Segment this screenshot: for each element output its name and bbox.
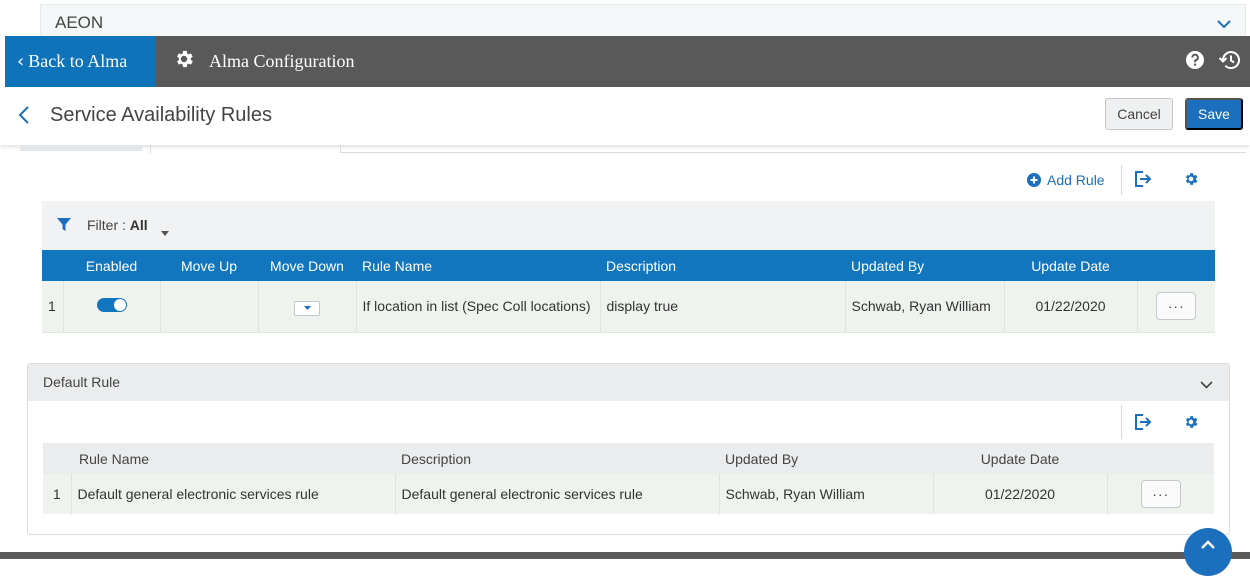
col-updated-by[interactable]: Updated By (845, 250, 1004, 281)
tab-remnant-active (150, 145, 341, 153)
table-row: 1 If location in list (Spec Coll locatio… (42, 281, 1215, 333)
table-settings-gear-icon[interactable] (1183, 414, 1199, 435)
filter-value: All (129, 217, 148, 233)
col-update-date[interactable]: Update Date (1004, 250, 1137, 281)
rule-update-date: 01/22/2020 (1003, 281, 1137, 333)
back-to-alma-label: Back to Alma (28, 51, 128, 71)
add-circle-icon (1027, 173, 1041, 187)
col-rule-name[interactable]: Rule Name (71, 443, 395, 474)
add-rule-button[interactable]: Add Rule (1027, 170, 1105, 190)
table-row: 1 Default general electronic services ru… (43, 474, 1214, 514)
caret-down-icon[interactable] (161, 223, 169, 241)
toolbar-divider (1121, 165, 1122, 195)
move-down-button[interactable] (294, 300, 320, 316)
tab-remnant (20, 145, 142, 151)
history-icon[interactable] (1218, 49, 1242, 76)
gear-icon (173, 48, 195, 75)
col-updated-by[interactable]: Updated By (719, 443, 933, 474)
app-title: Alma Configuration (209, 51, 355, 71)
col-move-up[interactable]: Move Up (160, 250, 258, 281)
filter-icon[interactable] (57, 218, 71, 236)
rule-description: Default general electronic services rule (394, 474, 719, 514)
page-title: Service Availability Rules (50, 104, 272, 126)
filter-dropdown[interactable]: Filter : All (87, 217, 148, 233)
table-settings-gear-icon[interactable] (1183, 171, 1199, 192)
col-move-down[interactable]: Move Down (258, 250, 356, 281)
col-update-date[interactable]: Update Date (933, 443, 1107, 474)
footer-bar (0, 552, 1250, 559)
back-chevron-icon[interactable] (18, 106, 30, 129)
default-rule-title: Default Rule (43, 374, 121, 390)
default-rule-header[interactable]: Default Rule (28, 364, 1229, 401)
move-up-cell (159, 281, 258, 333)
rule-description: display true (599, 281, 845, 333)
back-to-alma-button[interactable]: ‹ Back to Alma (5, 36, 156, 87)
tab-divider (341, 152, 1246, 153)
default-rule-table-header: Rule Name Description Updated By Update … (43, 443, 1214, 474)
rule-updated-by: Schwab, Ryan William (718, 474, 933, 514)
save-button[interactable]: Save (1185, 98, 1243, 130)
app-title-area: Alma Configuration (173, 36, 354, 87)
col-description[interactable]: Description (600, 250, 845, 281)
top-header: ‹ Back to Alma Alma Configuration (5, 36, 1250, 87)
col-rule-name[interactable]: Rule Name (356, 250, 600, 281)
page-title-bar: Service Availability Rules Cancel Save (0, 87, 1250, 145)
rules-table-header: Enabled Move Up Move Down Rule Name Desc… (42, 250, 1215, 281)
chevron-down-icon[interactable] (1217, 16, 1231, 34)
filter-label: Filter : (87, 217, 126, 233)
rule-name-link[interactable]: Default general electronic services rule (70, 474, 395, 514)
filter-bar: Filter : All (42, 201, 1215, 250)
col-description[interactable]: Description (395, 443, 719, 474)
chevron-up-icon (1201, 540, 1215, 549)
chevron-left-icon: ‹ (17, 51, 25, 72)
caret-down-icon (303, 306, 311, 310)
row-actions-button[interactable]: ··· (1140, 480, 1181, 508)
row-index: 1 (42, 281, 63, 333)
aeon-title: AEON (55, 13, 104, 32)
help-icon[interactable] (1184, 49, 1206, 76)
export-icon[interactable] (1134, 414, 1152, 435)
enabled-toggle[interactable] (96, 297, 127, 312)
cancel-button[interactable]: Cancel (1105, 98, 1173, 130)
rule-updated-by: Schwab, Ryan William (844, 281, 1004, 333)
default-rule-table: Rule Name Description Updated By Update … (43, 443, 1214, 514)
scroll-to-top-button[interactable] (1184, 528, 1232, 576)
aeon-section-header[interactable]: AEON (40, 4, 1246, 36)
row-actions-button[interactable]: ··· (1156, 292, 1197, 321)
rule-name-link[interactable]: If location in list (Spec Coll locations… (355, 281, 600, 333)
add-rule-label: Add Rule (1047, 172, 1105, 188)
col-enabled[interactable]: Enabled (63, 250, 160, 281)
toolbar-divider (1121, 405, 1122, 439)
row-index: 1 (52, 486, 61, 502)
rules-table: Enabled Move Up Move Down Rule Name Desc… (42, 250, 1215, 333)
export-icon[interactable] (1134, 171, 1152, 192)
rule-update-date: 01/22/2020 (932, 474, 1107, 514)
chevron-down-icon[interactable] (1200, 376, 1213, 394)
